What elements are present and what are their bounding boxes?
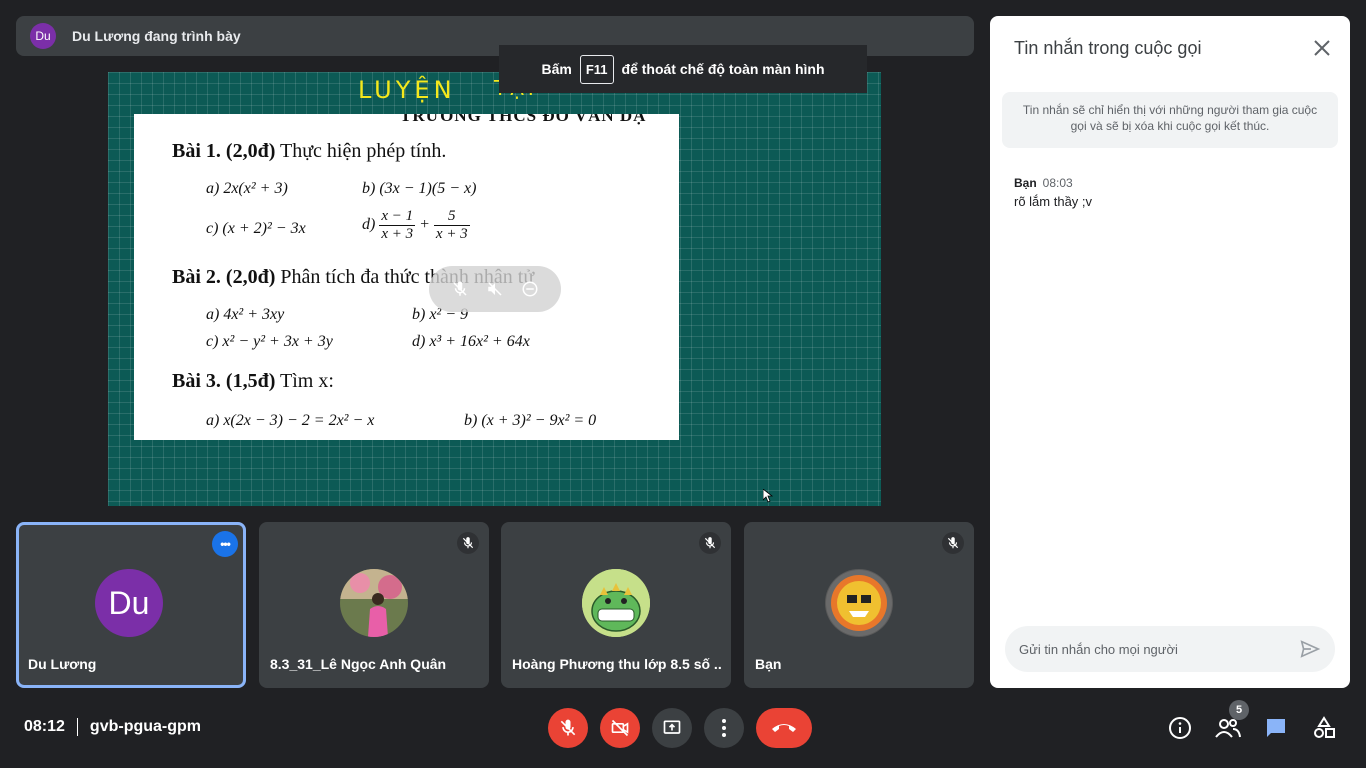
- participant-name: 8.3_31_Lê Ngọc Anh Quân: [270, 656, 447, 672]
- participant-tile-anh-quan[interactable]: 8.3_31_Lê Ngọc Anh Quân: [259, 522, 489, 688]
- shared-screen: LUYỆN TẬP TRƯỜNG THCS ĐỖ VĂN DẬ Bài 1. (…: [108, 72, 881, 506]
- meeting-info: 08:12 gvb-pgua-gpm: [24, 718, 201, 736]
- more-vert-icon: [722, 719, 726, 737]
- bai1-text: Thực hiện phép tính.: [280, 140, 447, 162]
- overlay-volume-off-icon: [488, 282, 502, 296]
- more-options-button[interactable]: [704, 708, 744, 748]
- camera-off-icon: [611, 719, 629, 737]
- camera-toggle-button[interactable]: [600, 708, 640, 748]
- chat-privacy-note: Tin nhắn sẽ chỉ hiển thị với những người…: [1002, 92, 1338, 148]
- present-screen-button[interactable]: [652, 708, 692, 748]
- bai1-heading: Bài 1. (2,0đ) Thực hiện phép tính.: [172, 140, 446, 163]
- overlay-remove-icon: [522, 281, 538, 297]
- presenter-title: Du Lương đang trình bày: [72, 28, 241, 44]
- overlay-controls: [429, 266, 561, 312]
- chat-panel: Tin nhắn trong cuộc gọi Tin nhắn sẽ chỉ …: [990, 16, 1350, 688]
- current-time: 08:12: [24, 718, 65, 735]
- f11-key: F11: [579, 54, 614, 84]
- participant-tile-ban[interactable]: Bạn: [744, 522, 974, 688]
- bai1-points: (2,0đ): [225, 140, 276, 162]
- bai1-title: Bài 1.: [172, 140, 221, 162]
- bai1-d-label: d): [362, 216, 376, 234]
- chat-message: Bạn 08:03 rõ lắm thầy ;v: [1014, 176, 1092, 209]
- bai1-a: a) 2x(x² + 3): [206, 180, 288, 197]
- chat-input[interactable]: Gửi tin nhắn cho mọi người: [1005, 626, 1335, 672]
- bai1-d-frac2: 5x + 3: [433, 208, 470, 243]
- more-options-button[interactable]: •••: [212, 531, 238, 557]
- chat-icon: [1267, 719, 1285, 737]
- fullscreen-hint: Bấm F11 để thoát chế độ toàn màn hình: [499, 45, 867, 93]
- muted-mic-icon: [699, 532, 721, 554]
- people-icon: [1215, 719, 1241, 738]
- meeting-details-button[interactable]: [1166, 714, 1194, 742]
- participants-count-badge: 5: [1229, 700, 1249, 720]
- avatar: [582, 569, 650, 637]
- activities-button[interactable]: [1310, 714, 1338, 742]
- bai3-title: Bài 3.: [172, 370, 221, 392]
- mic-off-icon: [560, 719, 576, 736]
- participant-name: Bạn: [755, 656, 782, 672]
- bai3-a: a) x(2x − 3) − 2 = 2x² − x: [206, 412, 375, 429]
- person-photo-icon: [340, 569, 408, 637]
- frac1-denominator: x + 3: [381, 226, 414, 242]
- participant-tile-du-luong[interactable]: Du ••• Du Lương: [16, 522, 246, 688]
- mouse-cursor-icon: [763, 489, 773, 503]
- bai1-b: b) (3x − 1)(5 − x): [362, 180, 477, 197]
- frac2-numerator: 5: [433, 208, 470, 226]
- bottom-bar: 08:12 gvb-pgua-gpm 5: [0, 700, 1366, 768]
- bai3-b: b) (x + 3)² − 9x² = 0: [464, 412, 597, 429]
- bai1-d: d) x − 1x + 3 + 5x + 3: [362, 208, 470, 243]
- bai3-text: Tìm x:: [280, 370, 334, 392]
- info-icon: [1169, 717, 1191, 739]
- participant-name: Du Lương: [28, 656, 97, 672]
- present-screen-icon: [663, 720, 681, 734]
- fullscreen-hint-suffix: để thoát chế độ toàn màn hình: [621, 61, 825, 77]
- frac1-numerator: x − 1: [379, 208, 416, 226]
- avatar: [825, 569, 893, 637]
- game-character-avatar-icon: [826, 570, 892, 636]
- hang-up-icon: [772, 724, 796, 732]
- avatar: Du: [95, 569, 163, 637]
- bai1-c: c) (x + 2)² − 3x: [206, 220, 306, 237]
- leave-call-button[interactable]: [756, 708, 812, 748]
- presenter-avatar: Du: [30, 23, 56, 49]
- participant-tile-hoang-phuong[interactable]: Hoàng Phương thu lớp 8.5 số ...: [501, 522, 731, 688]
- message-sender: Bạn: [1014, 176, 1037, 190]
- send-icon[interactable]: [1299, 638, 1321, 660]
- bai2-d: d) x³ + 16x² + 64x: [412, 333, 530, 350]
- message-text: rõ lắm thầy ;v: [1014, 194, 1093, 209]
- chat-title: Tin nhắn trong cuộc gọi: [1014, 38, 1202, 58]
- muted-mic-icon: [457, 532, 479, 554]
- dinosaur-avatar-icon: [582, 569, 650, 637]
- chat-button[interactable]: [1262, 714, 1290, 742]
- bai2-title: Bài 2.: [172, 266, 221, 288]
- fullscreen-hint-prefix: Bấm: [541, 61, 572, 77]
- avatar: [340, 569, 408, 637]
- bai2-c: c) x² − y² + 3x + 3y: [206, 333, 333, 350]
- frac2-denominator: x + 3: [435, 226, 468, 242]
- message-time: 08:03: [1042, 176, 1073, 190]
- exercise-sheet: TRƯỜNG THCS ĐỖ VĂN DẬ Bài 1. (2,0đ) Thực…: [134, 114, 679, 440]
- bai3-points: (1,5đ): [225, 370, 276, 392]
- activities-icon: [1314, 716, 1335, 738]
- doc-header: TRƯỜNG THCS ĐỖ VĂN DẬ: [400, 114, 647, 125]
- divider: [76, 718, 78, 736]
- meeting-code: gvb-pgua-gpm: [89, 718, 202, 735]
- bai1-d-frac1: x − 1x + 3: [379, 208, 416, 243]
- bai2-points: (2,0đ): [225, 266, 276, 288]
- close-chat-button[interactable]: [1312, 38, 1332, 63]
- handwriting-luyen: LUYỆN: [358, 76, 456, 104]
- overlay-mic-off-icon: [453, 281, 467, 296]
- microphone-toggle-button[interactable]: [548, 708, 588, 748]
- bai3-heading: Bài 3. (1,5đ) Tìm x:: [172, 370, 334, 393]
- chat-input-placeholder: Gửi tin nhắn cho mọi người: [1019, 641, 1178, 657]
- participant-name: Hoàng Phương thu lớp 8.5 số ...: [512, 656, 722, 672]
- close-icon: [1314, 40, 1330, 56]
- bai2-a: a) 4x² + 3xy: [206, 306, 285, 323]
- muted-mic-icon: [942, 532, 964, 554]
